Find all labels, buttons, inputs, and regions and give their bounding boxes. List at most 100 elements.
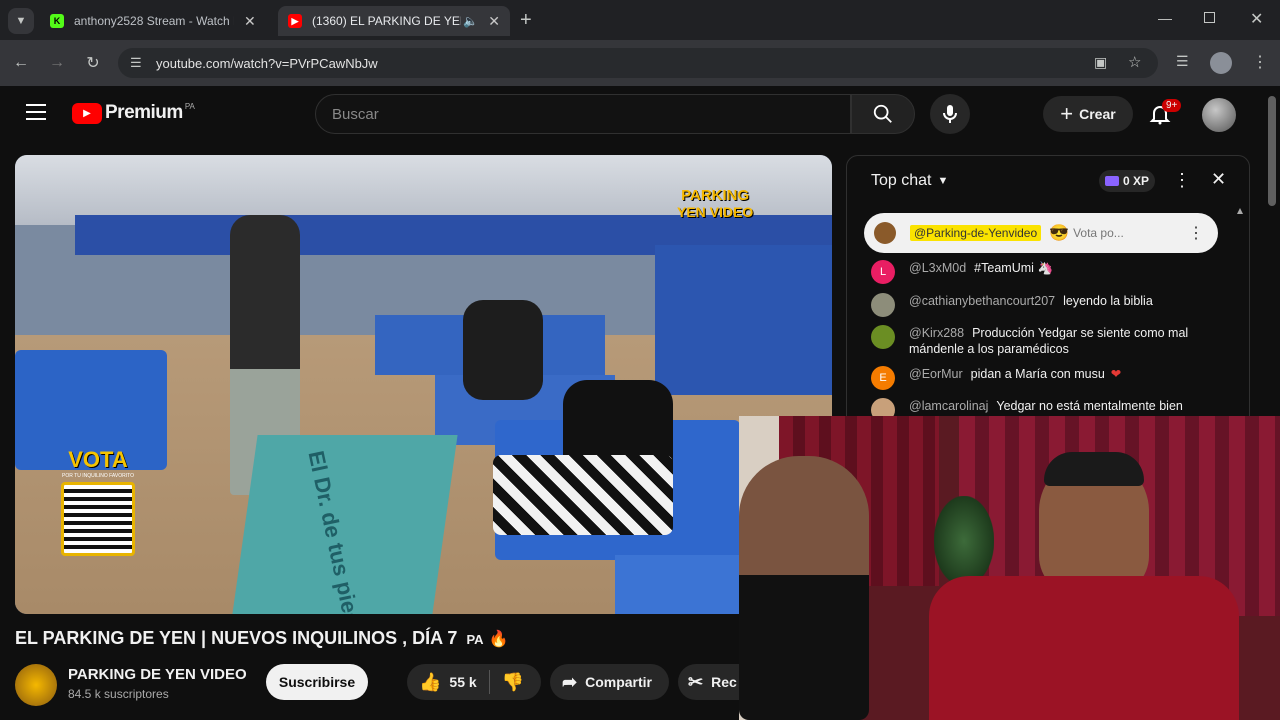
microphone-icon: [943, 105, 957, 123]
browser-menu-icon[interactable]: ⋮: [1252, 52, 1268, 72]
new-tab-button[interactable]: +: [520, 9, 532, 32]
browser-toolbar: ← → ↻ ☰ youtube.com/watch?v=PVrPCawNbJw …: [0, 40, 1280, 86]
tab-kick-stream[interactable]: K anthony2528 Stream - Watch Li ✕: [40, 6, 272, 36]
pinned-more-icon[interactable]: ⋮: [1188, 223, 1204, 243]
chat-avatar: E: [871, 366, 895, 390]
facecam-person-right-shirt: [929, 576, 1239, 720]
chat-text: #TeamUmi: [974, 261, 1034, 275]
chat-author: @cathianybethancourt207: [909, 294, 1056, 308]
forward-icon[interactable]: →: [46, 52, 68, 74]
youtube-icon: ▶: [288, 14, 302, 28]
search-button[interactable]: [851, 94, 915, 134]
close-window-button[interactable]: ✕: [1250, 9, 1263, 29]
clip-button[interactable]: ✂ Rec: [678, 664, 739, 700]
sunglasses-emoji-icon: 😎: [1049, 225, 1070, 242]
pinned-message[interactable]: @Parking-de-Yenvideo 😎 Vota po... ⋮: [864, 213, 1218, 253]
vote-qr-overlay: VOTA POR TU INQUILINO FAVORITO: [57, 447, 139, 556]
chevron-down-icon: ▼: [937, 175, 949, 187]
share-icon: ➦: [562, 671, 578, 692]
chat-author: @lamcarolinaj: [909, 399, 989, 413]
vota-label: VOTA: [68, 447, 128, 472]
reload-icon[interactable]: ↻: [82, 52, 104, 74]
channel-avatar[interactable]: [15, 664, 57, 706]
chat-message[interactable]: E @EorMur pidan a María con musu ❤: [871, 366, 1121, 390]
chat-text-block: @Kirx288 Producción Yedgar se siente como…: [909, 325, 1201, 357]
restore-button[interactable]: [1204, 12, 1215, 23]
pinned-text: Vota po...: [1073, 226, 1124, 240]
chat-message[interactable]: @cathianybethancourt207 leyendo la bibli…: [871, 293, 1153, 317]
minimize-button[interactable]: —: [1158, 10, 1172, 26]
install-app-icon[interactable]: ▣: [1094, 54, 1107, 71]
video-title-suffix: PA: [466, 632, 484, 647]
chat-message[interactable]: @Kirx288 Producción Yedgar se siente como…: [871, 325, 1201, 357]
address-bar[interactable]: ☰ youtube.com/watch?v=PVrPCawNbJw ▣ ☆: [118, 48, 1158, 78]
youtube-play-logo-icon: ▶: [72, 102, 102, 124]
vota-subtitle: POR TU INQUILINO FAVORITO: [62, 473, 134, 479]
search-input[interactable]: Buscar: [315, 94, 851, 134]
video-title: EL PARKING DE YEN | NUEVOS INQUILINOS , …: [15, 628, 509, 649]
logo-text: Premium: [105, 102, 183, 123]
like-count: 55 k: [449, 674, 477, 690]
facecam-person-left: [739, 456, 869, 720]
close-tab-icon[interactable]: ✕: [244, 13, 256, 30]
bookmark-star-icon[interactable]: ☆: [1128, 53, 1141, 71]
close-chat-icon[interactable]: ✕: [1211, 169, 1226, 190]
like-button[interactable]: 👍 55 k: [407, 672, 477, 693]
thumbs-down-icon: 👎: [501, 671, 525, 692]
chat-mode-label: Top chat: [871, 172, 932, 189]
share-button[interactable]: ➦ Compartir: [550, 664, 669, 700]
channel-name[interactable]: PARKING DE YEN VIDEO: [68, 666, 247, 683]
watermark-line-2: YEN VIDEO: [677, 204, 754, 220]
tab-youtube[interactable]: ▶ (1360) EL PARKING DE YEN 🔈 ✕: [278, 6, 510, 36]
page-scrollbar-thumb[interactable]: [1268, 96, 1276, 206]
facecam-person-right-hair: [1044, 452, 1144, 486]
close-tab-icon[interactable]: ✕: [488, 13, 500, 30]
xp-icon: [1105, 176, 1119, 186]
chat-avatar: L: [871, 260, 895, 284]
chat-message[interactable]: @lamcarolinaj Yedgar no está mentalmente…: [871, 398, 1183, 416]
chat-author: @Kirx288: [909, 326, 965, 340]
channel-watermark-logo: PARKING YEN VIDEO: [677, 187, 753, 220]
youtube-logo[interactable]: ▶ Premium PA: [72, 102, 195, 124]
account-avatar[interactable]: [1202, 98, 1236, 132]
qr-code-icon: [61, 482, 135, 556]
plus-icon: +: [1060, 101, 1074, 126]
chat-scrollbar[interactable]: [1237, 208, 1243, 416]
chat-mode-selector[interactable]: Top chat ▼: [871, 172, 948, 190]
profile-avatar[interactable]: [1210, 52, 1232, 74]
pinned-author: @Parking-de-Yenvideo: [910, 225, 1042, 241]
media-controls-icon[interactable]: ☰: [1176, 53, 1189, 70]
chat-text: Yedgar no está mentalmente bien: [996, 399, 1183, 413]
youtube-header: ▶ Premium PA Buscar + Crear 9+: [0, 86, 1280, 144]
tab-title: anthony2528 Stream - Watch Li: [74, 14, 234, 28]
clip-label: Rec: [711, 674, 737, 690]
chat-more-options-icon[interactable]: ⋮: [1173, 170, 1191, 191]
video-player[interactable]: El Dr. de tus pies PARKING YEN VIDEO VOT…: [15, 155, 832, 614]
chat-author: @EorMur: [909, 367, 963, 381]
hamburger-menu-icon[interactable]: [26, 104, 46, 120]
subscribe-label: Suscribirse: [278, 674, 356, 690]
thumbs-up-icon: 👍: [419, 671, 442, 692]
search-placeholder: Buscar: [332, 106, 379, 123]
tab-search-button[interactable]: ▼: [8, 8, 34, 34]
pinned-author-avatar: [874, 222, 896, 244]
site-settings-icon[interactable]: ☰: [130, 55, 142, 71]
facecam-overlay: [739, 416, 1280, 720]
browser-tab-bar: ▼ K anthony2528 Stream - Watch Li ✕ ▶ (1…: [0, 0, 1280, 40]
chat-text: pidan a María con musu: [970, 367, 1105, 381]
xp-value: 0 XP: [1123, 174, 1150, 188]
subscribe-button[interactable]: Suscribirse: [266, 664, 368, 700]
back-icon[interactable]: ←: [10, 52, 32, 74]
dislike-button[interactable]: 👎: [502, 672, 524, 693]
kick-icon: K: [50, 14, 64, 28]
notifications-button[interactable]: 9+: [1148, 99, 1182, 128]
video-scene-person: [493, 455, 673, 535]
divider: [488, 670, 490, 694]
tab-title: (1360) EL PARKING DE YEN: [312, 14, 462, 28]
xp-badge[interactable]: 0 XP: [1099, 170, 1156, 192]
voice-search-button[interactable]: [930, 94, 970, 134]
create-button[interactable]: + Crear: [1043, 96, 1133, 132]
chat-message[interactable]: L @L3xM0d #TeamUmi 🦄: [871, 260, 1054, 284]
url-text: youtube.com/watch?v=PVrPCawNbJw: [156, 56, 378, 71]
speaker-icon[interactable]: 🔈: [463, 14, 478, 28]
